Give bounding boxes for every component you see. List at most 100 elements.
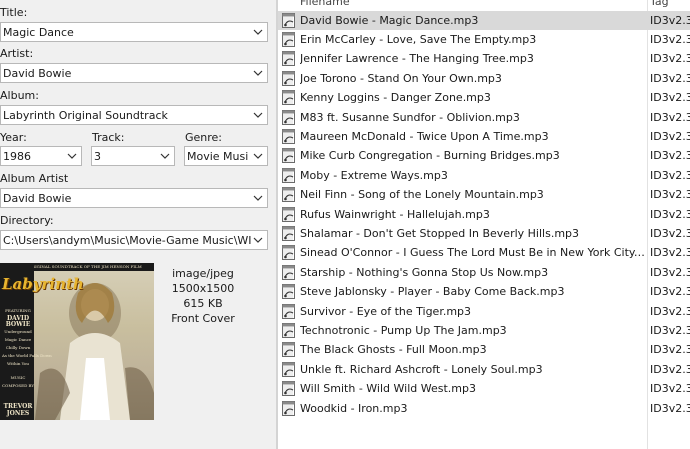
album-value[interactable]: Labyrinth Original Soundtrack [3,108,251,123]
file-row[interactable]: David Bowie - Magic Dance.mp3 ID3v2.3 [278,10,690,30]
file-row[interactable]: Technotronic - Pump Up The Jam.mp3 ID3v2.… [278,321,690,340]
title-label: Title: [0,6,28,19]
cover-strip-text: Within You [7,361,29,366]
file-row[interactable]: Kenny Loggins - Danger Zone.mp3 ID3v2.3 [278,88,690,107]
year-value[interactable]: 1986 [3,149,65,164]
genre-value[interactable]: Movie Musi [187,149,251,164]
column-header-filename[interactable]: Filename [300,0,350,9]
file-name: Neil Finn - Song of the Lonely Mountain.… [300,188,544,202]
chevron-down-icon[interactable] [66,149,78,163]
audio-file-icon [281,71,296,86]
file-row[interactable]: Neil Finn - Song of the Lonely Mountain.… [278,185,690,204]
audio-file-icon [281,187,296,202]
file-row[interactable]: Erin McCarley - Love, Save The Empty.mp3… [278,30,690,49]
chevron-down-icon[interactable] [252,233,264,247]
audio-file-icon [281,226,296,241]
file-tag-version: ID3v2.3 [650,71,690,85]
file-row[interactable]: Survivor - Eye of the Tiger.mp3 ID3v2.3 [278,302,690,321]
album-artist-combobox[interactable]: David Bowie [0,188,268,208]
audio-file-icon [281,401,296,416]
cover-strip-text: Magic Dance [4,337,32,342]
file-name: Joe Torono - Stand On Your Own.mp3 [300,71,502,85]
genre-label: Genre: [185,131,223,144]
directory-value[interactable]: C:\Users\andym\Music\Movie-Game Music\WI… [3,233,251,248]
cover-strip-text: COMPOSED BY [2,383,35,388]
column-header-tag[interactable]: Tag [650,0,669,9]
file-row[interactable]: Sinead O'Connor - I Guess The Lord Must … [278,243,690,262]
file-row[interactable]: Starship - Nothing's Gonna Stop Us Now.m… [278,263,690,282]
file-name: Jennifer Lawrence - The Hanging Tree.mp3 [300,52,534,66]
audio-file-icon [281,168,296,183]
audio-file-icon [281,245,296,260]
file-row[interactable]: Will Smith - Wild Wild West.mp3 ID3v2.3 [278,379,690,398]
file-row[interactable]: Steve Jablonsky - Player - Baby Come Bac… [278,282,690,301]
file-tag-version: ID3v2.3 [650,110,690,124]
file-row[interactable]: M83 ft. Susanne Sundfor - Oblivion.mp3 ID… [278,108,690,127]
file-name: Steve Jablonsky - Player - Baby Come Bac… [300,285,565,299]
image-type: Front Cover [171,312,235,325]
chevron-down-icon[interactable] [159,149,171,163]
file-row[interactable]: Mike Curb Congregation - Burning Bridges… [278,146,690,165]
year-label: Year: [0,131,27,144]
cover-strip-text: Underground [4,329,32,334]
track-value[interactable]: 3 [94,149,158,164]
chevron-down-icon[interactable] [252,149,264,163]
cover-strip-text: TREVOR [3,403,33,410]
file-tag-version: ID3v2.3 [650,246,690,260]
file-tag-version: ID3v2.3 [650,362,690,376]
audio-file-icon [281,13,296,28]
file-row[interactable]: Woodkid - Iron.mp3 ID3v2.3 [278,399,690,418]
track-combobox[interactable]: 3 [91,146,175,166]
artist-value[interactable]: David Bowie [3,66,251,81]
file-tag-version: ID3v2.3 [650,188,690,202]
directory-label: Directory: [0,214,54,227]
file-row[interactable]: Rufus Wainwright - Hallelujah.mp3 ID3v2.3 [278,205,690,224]
artist-label: Artist: [0,47,34,60]
file-name: Mike Curb Congregation - Burning Bridges… [300,149,560,163]
tag-editor-panel: Title: Magic Dance Artist: David Bowie A… [0,0,276,449]
chevron-down-icon[interactable] [252,25,264,39]
file-name: Technotronic - Pump Up The Jam.mp3 [300,323,507,337]
audio-file-icon [281,284,296,299]
file-row[interactable]: Jennifer Lawrence - The Hanging Tree.mp3… [278,49,690,68]
file-tag-version: ID3v2.3 [650,401,690,415]
chevron-down-icon[interactable] [252,191,264,205]
file-name: Erin McCarley - Love, Save The Empty.mp3 [300,32,537,46]
directory-combobox[interactable]: C:\Users\andym\Music\Movie-Game Music\WI… [0,230,268,250]
audio-file-icon [281,32,296,47]
file-row[interactable]: The Black Ghosts - Full Moon.mp3 ID3v2.3 [278,340,690,359]
file-tag-version: ID3v2.3 [650,13,690,27]
file-tag-version: ID3v2.3 [650,52,690,66]
cover-logo-text: Labyrinth [2,275,84,293]
file-row[interactable]: Shalamar - Don't Get Stopped In Beverly … [278,224,690,243]
file-row[interactable]: Maureen McDonald - Twice Upon A Time.mp3… [278,127,690,146]
file-row[interactable]: Joe Torono - Stand On Your Own.mp3 ID3v2.… [278,69,690,88]
file-name: The Black Ghosts - Full Moon.mp3 [300,343,487,357]
album-artist-label: Album Artist [0,172,69,185]
audio-file-icon [281,90,296,105]
file-row[interactable]: Moby - Extreme Ways.mp3 ID3v2.3 [278,166,690,185]
file-tag-version: ID3v2.3 [650,304,690,318]
album-artist-value[interactable]: David Bowie [3,191,251,206]
file-name: Shalamar - Don't Get Stopped In Beverly … [300,226,580,240]
file-row[interactable]: Unkle ft. Richard Ashcroft - Lonely Soul… [278,360,690,379]
audio-file-icon [281,323,296,338]
cover-strip-text: BOWIE [5,321,31,328]
audio-file-icon [281,129,296,144]
album-cover-image[interactable]: FROM THE ORIGINAL SOUNDTRACK OF THE JIM … [0,263,154,420]
file-tag-version: ID3v2.3 [650,149,690,163]
year-combobox[interactable]: 1986 [0,146,82,166]
file-name: M83 ft. Susanne Sundfor - Oblivion.mp3 [300,110,520,124]
title-value[interactable]: Magic Dance [3,25,251,40]
title-combobox[interactable]: Magic Dance [0,22,268,42]
track-label: Track: [92,131,125,144]
file-tag-version: ID3v2.3 [650,343,690,357]
cover-strip-text: Chilly Down [5,345,31,350]
file-name: Unkle ft. Richard Ashcroft - Lonely Soul… [300,362,543,376]
artist-combobox[interactable]: David Bowie [0,63,268,83]
chevron-down-icon[interactable] [252,66,264,80]
chevron-down-icon[interactable] [252,108,264,122]
genre-combobox[interactable]: Movie Musi [184,146,268,166]
file-tag-version: ID3v2.3 [650,32,690,46]
album-combobox[interactable]: Labyrinth Original Soundtrack [0,105,268,125]
